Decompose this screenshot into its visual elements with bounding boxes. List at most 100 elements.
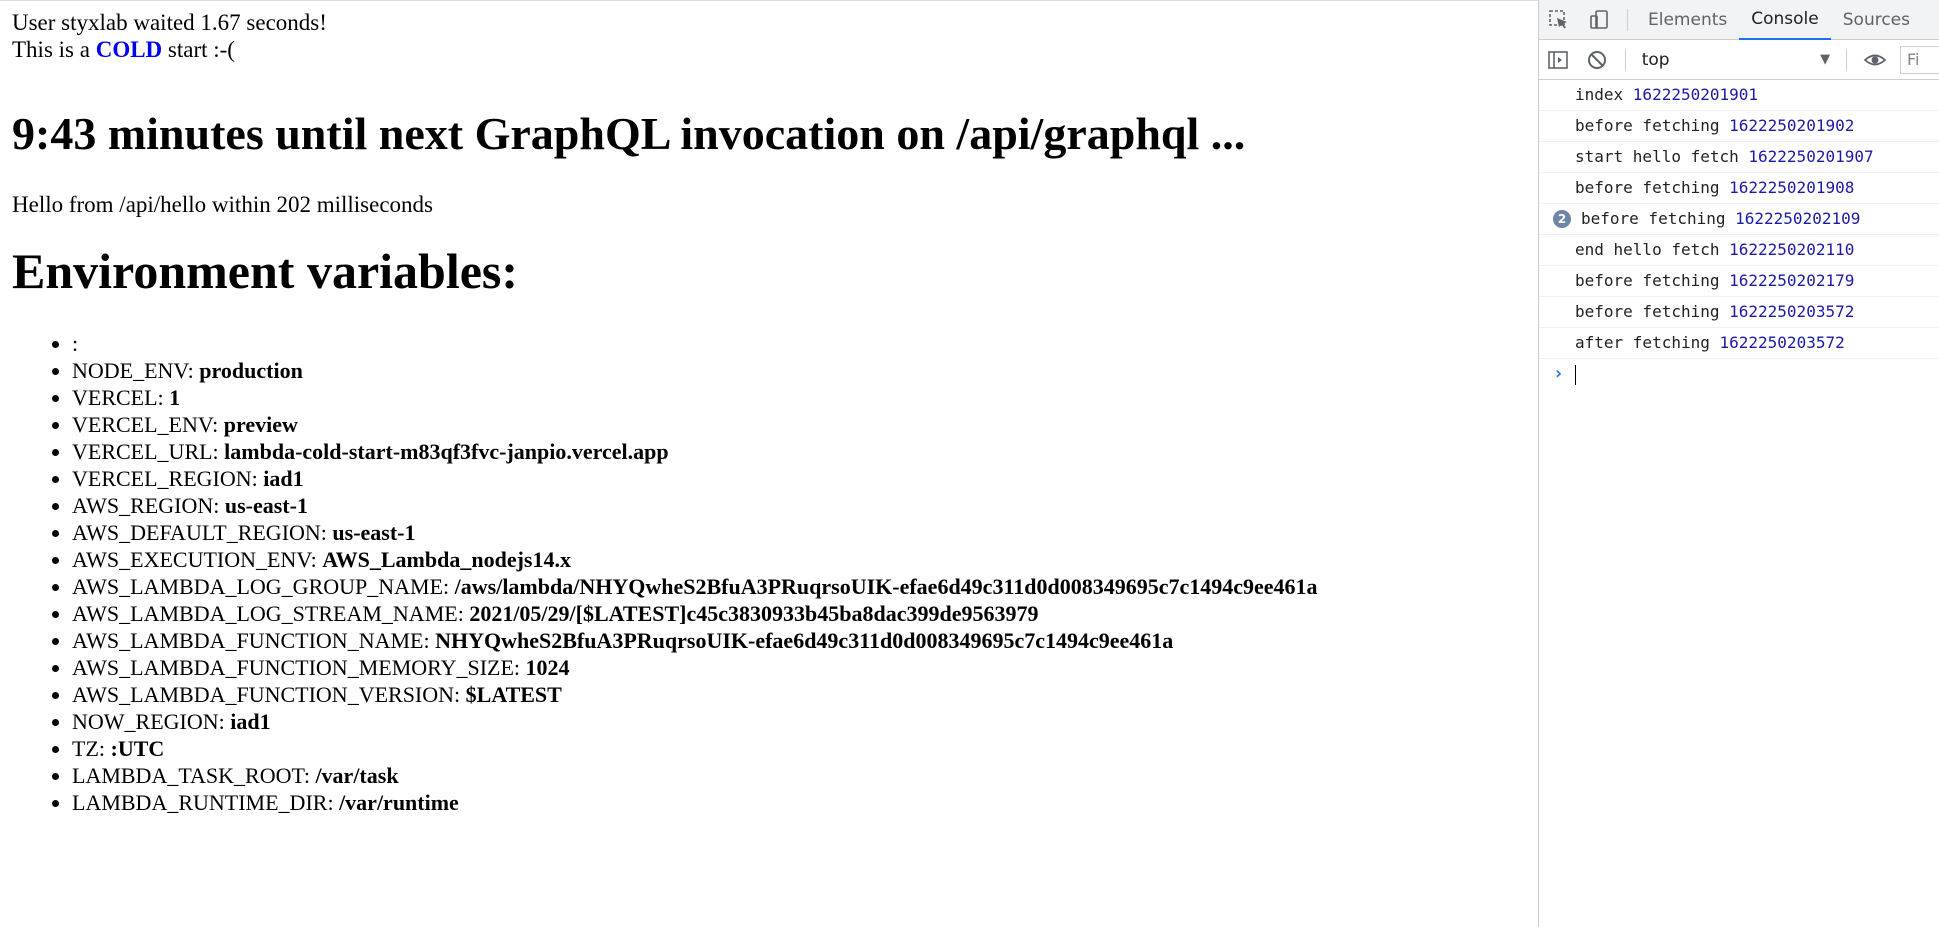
- env-value: NHYQwheS2BfuA3PRuqrsoUIK-efae6d49c311d0d…: [435, 628, 1174, 653]
- console-message[interactable]: before fetching 1622250201902: [1539, 111, 1939, 142]
- text-caret: [1575, 364, 1576, 385]
- console-toolbar: top ▼ Fi: [1539, 40, 1939, 80]
- env-value: us-east-1: [332, 520, 416, 545]
- prompt-chevron-icon: ›: [1553, 363, 1564, 384]
- env-item: AWS_DEFAULT_REGION: us-east-1: [72, 519, 1526, 546]
- console-text: before fetching: [1575, 271, 1730, 290]
- env-item: LAMBDA_TASK_ROOT: /var/task: [72, 762, 1526, 789]
- hello-text: Hello from /api/hello within 202 millise…: [12, 192, 433, 217]
- devtools-panel: Elements Console Sources top ▼ Fi index …: [1538, 0, 1939, 927]
- cold-start-line: This is a COLD start :-(: [12, 36, 1526, 63]
- env-key: VERCEL_ENV:: [72, 412, 224, 437]
- tab-elements[interactable]: Elements: [1636, 0, 1739, 40]
- env-key: AWS_DEFAULT_REGION:: [72, 520, 333, 545]
- env-item: VERCEL_REGION: iad1: [72, 465, 1526, 492]
- env-value: AWS_Lambda_nodejs14.x: [322, 547, 571, 572]
- env-item: AWS_EXECUTION_ENV: AWS_Lambda_nodejs14.x: [72, 546, 1526, 573]
- caret-down-icon: ▼: [1820, 52, 1831, 67]
- console-prompt[interactable]: ›: [1539, 359, 1939, 389]
- env-key: NODE_ENV:: [72, 358, 200, 383]
- env-value: iad1: [263, 466, 304, 491]
- context-selector[interactable]: top ▼: [1634, 46, 1838, 74]
- env-value: /aws/lambda/NHYQwheS2BfuA3PRuqrsoUIK-efa…: [454, 574, 1318, 599]
- env-key: AWS_LAMBDA_LOG_STREAM_NAME:: [72, 601, 470, 626]
- env-key: AWS_LAMBDA_FUNCTION_VERSION:: [72, 682, 466, 707]
- env-value: /var/task: [315, 763, 399, 788]
- env-list: :NODE_ENV: productionVERCEL: 1VERCEL_ENV…: [12, 330, 1526, 816]
- env-value: production: [199, 358, 303, 383]
- toolbar-divider: [1624, 48, 1626, 71]
- console-text: after fetching: [1575, 333, 1720, 352]
- console-text: before fetching: [1581, 209, 1736, 228]
- env-key: LAMBDA_TASK_ROOT:: [72, 763, 316, 788]
- console-text: index: [1575, 85, 1633, 104]
- console-message[interactable]: 2 before fetching 1622250202109: [1539, 204, 1939, 235]
- env-value: $LATEST: [465, 682, 562, 707]
- env-key: NOW_REGION:: [72, 709, 231, 734]
- console-message[interactable]: before fetching 1622250201908: [1539, 173, 1939, 204]
- page-content: User styxlab waited 1.67 seconds! This i…: [0, 1, 1538, 816]
- env-value: 1: [169, 385, 181, 410]
- web-page: User styxlab waited 1.67 seconds! This i…: [0, 0, 1538, 927]
- live-expression-eye-icon[interactable]: [1855, 40, 1894, 80]
- console-text: start hello fetch: [1575, 147, 1749, 166]
- console-timestamp: 1622250202109: [1735, 209, 1861, 228]
- clear-console-icon[interactable]: [1578, 40, 1617, 80]
- filter-input[interactable]: Fi: [1899, 45, 1939, 74]
- console-timestamp: 1622250203572: [1719, 333, 1845, 352]
- console-timestamp: 1622250202110: [1729, 240, 1855, 259]
- env-item: VERCEL_ENV: preview: [72, 411, 1526, 438]
- console-timestamp: 1622250203572: [1729, 302, 1855, 321]
- env-item: NOW_REGION: iad1: [72, 708, 1526, 735]
- env-item: AWS_LAMBDA_FUNCTION_MEMORY_SIZE: 1024: [72, 654, 1526, 681]
- env-item: AWS_LAMBDA_LOG_GROUP_NAME: /aws/lambda/N…: [72, 573, 1526, 600]
- console-message[interactable]: after fetching 1622250203572: [1539, 328, 1939, 359]
- env-item: AWS_LAMBDA_LOG_STREAM_NAME: 2021/05/29/[…: [72, 600, 1526, 627]
- tabbar-divider: [1627, 8, 1628, 31]
- env-item: LAMBDA_RUNTIME_DIR: /var/runtime: [72, 789, 1526, 816]
- tab-console[interactable]: Console: [1739, 0, 1831, 40]
- devtools-tabbar: Elements Console Sources: [1539, 0, 1939, 40]
- env-key: LAMBDA_RUNTIME_DIR:: [72, 790, 340, 815]
- console-message[interactable]: before fetching 1622250202179: [1539, 266, 1939, 297]
- env-key: VERCEL:: [72, 385, 170, 410]
- env-key: AWS_REGION:: [72, 493, 225, 518]
- env-value: lambda-cold-start-m83qf3fvc-janpio.verce…: [224, 439, 669, 464]
- repeat-count-badge: 2: [1553, 210, 1571, 228]
- env-key: AWS_LAMBDA_LOG_GROUP_NAME:: [72, 574, 455, 599]
- toolbar-divider-2: [1846, 48, 1848, 71]
- console-message[interactable]: before fetching 1622250203572: [1539, 297, 1939, 328]
- waited-text: User styxlab waited 1.67 seconds!: [12, 10, 327, 35]
- console-messages: index 1622250201901 before fetching 16222…: [1539, 80, 1939, 359]
- env-item: :: [72, 330, 1526, 357]
- console-text: end hello fetch: [1575, 240, 1730, 259]
- console-message[interactable]: start hello fetch 1622250201907: [1539, 142, 1939, 173]
- env-value: 1024: [525, 655, 570, 680]
- env-item: AWS_LAMBDA_FUNCTION_VERSION: $LATEST: [72, 681, 1526, 708]
- env-item: TZ: :UTC: [72, 735, 1526, 762]
- console-message[interactable]: end hello fetch 1622250202110: [1539, 235, 1939, 266]
- tab-sources[interactable]: Sources: [1831, 0, 1922, 40]
- cold-word: COLD: [95, 37, 163, 62]
- console-message[interactable]: index 1622250201901: [1539, 80, 1939, 111]
- env-key: VERCEL_REGION:: [72, 466, 264, 491]
- inspect-element-icon[interactable]: [1539, 0, 1579, 40]
- cold-prefix: This is a: [12, 37, 96, 62]
- env-key: TZ:: [72, 736, 111, 761]
- console-text: before fetching: [1575, 178, 1730, 197]
- env-item: AWS_LAMBDA_FUNCTION_NAME: NHYQwheS2BfuA3…: [72, 627, 1526, 654]
- console-timestamp: 1622250201902: [1729, 116, 1855, 135]
- env-item: VERCEL: 1: [72, 384, 1526, 411]
- env-value: us-east-1: [224, 493, 308, 518]
- context-value: top: [1641, 49, 1670, 70]
- console-sidebar-icon[interactable]: [1539, 40, 1578, 80]
- env-value: :UTC: [110, 736, 165, 761]
- env-value: iad1: [230, 709, 271, 734]
- env-value: preview: [223, 412, 298, 437]
- device-toolbar-icon[interactable]: [1579, 0, 1619, 40]
- env-key: AWS_LAMBDA_FUNCTION_NAME:: [72, 628, 436, 653]
- countdown-heading: 9:43 minutes until next GraphQL invocati…: [12, 108, 1246, 159]
- env-value: 2021/05/29/[$LATEST]c45c3830933b45ba8dac…: [469, 601, 1039, 626]
- env-item: VERCEL_URL: lambda-cold-start-m83qf3fvc-…: [72, 438, 1526, 465]
- cold-suffix: start :-(: [162, 37, 235, 62]
